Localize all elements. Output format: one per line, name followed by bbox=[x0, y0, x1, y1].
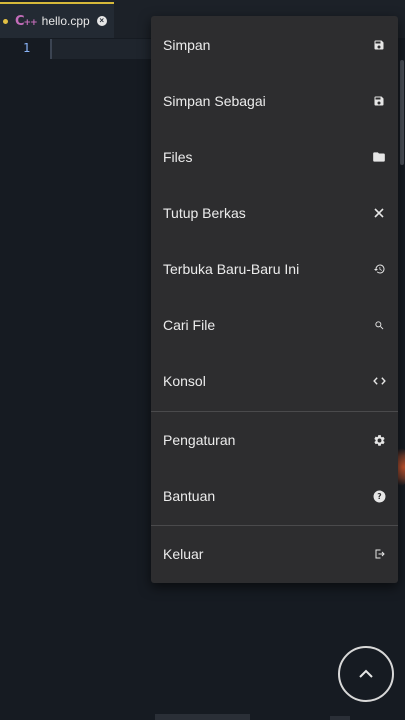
menu-item-pengaturan[interactable]: Pengaturan bbox=[151, 412, 398, 468]
unsaved-dot-icon bbox=[3, 18, 8, 24]
menu-item-label: Files bbox=[163, 149, 193, 165]
menu-item-label: Terbuka Baru-Baru Ini bbox=[163, 261, 300, 277]
tab-filename: hello.cpp bbox=[41, 14, 90, 28]
menu-item-cari-file[interactable]: Cari File bbox=[151, 297, 398, 353]
gutter-divider bbox=[50, 39, 52, 59]
chevron-up-icon bbox=[359, 669, 373, 678]
save-icon bbox=[372, 94, 386, 108]
menu-item-simpan[interactable]: Simpan bbox=[151, 17, 398, 73]
menu-item-label: Konsol bbox=[163, 373, 206, 389]
menu-item-label: Simpan bbox=[163, 37, 211, 53]
scrollbar[interactable] bbox=[400, 60, 404, 165]
current-line-highlight bbox=[52, 39, 152, 59]
cpp-icon: C++ bbox=[15, 13, 38, 29]
bottom-edge bbox=[155, 714, 250, 720]
overflow-menu: Simpan Simpan Sebagai Files Tutup Berkas… bbox=[151, 16, 398, 583]
tab-hello-cpp[interactable]: C++ hello.cpp × bbox=[0, 2, 114, 38]
menu-item-tutup-berkas[interactable]: Tutup Berkas bbox=[151, 185, 398, 241]
menu-item-files[interactable]: Files bbox=[151, 129, 398, 185]
save-icon bbox=[372, 38, 386, 52]
menu-item-bantuan[interactable]: Bantuan ? bbox=[151, 468, 398, 524]
menu-item-label: Pengaturan bbox=[163, 432, 236, 448]
menu-item-terbuka-baru[interactable]: Terbuka Baru-Baru Ini bbox=[151, 241, 398, 297]
close-icon bbox=[372, 206, 386, 220]
menu-item-konsol[interactable]: Konsol bbox=[151, 353, 398, 409]
close-tab-icon[interactable]: × bbox=[96, 16, 107, 26]
line-number: 1 bbox=[23, 41, 31, 55]
help-icon: ? bbox=[372, 489, 386, 503]
menu-item-label: Cari File bbox=[163, 317, 216, 333]
search-icon bbox=[372, 318, 386, 332]
menu-item-keluar[interactable]: Keluar bbox=[151, 526, 398, 582]
code-icon bbox=[372, 374, 386, 388]
menu-item-simpan-sebagai[interactable]: Simpan Sebagai bbox=[151, 73, 398, 129]
menu-item-label: Simpan Sebagai bbox=[163, 93, 266, 109]
menu-item-label: Keluar bbox=[163, 546, 204, 562]
bottom-edge bbox=[330, 716, 350, 720]
menu-item-label: Bantuan bbox=[163, 488, 216, 504]
menu-item-label: Tutup Berkas bbox=[163, 205, 246, 221]
svg-text:?: ? bbox=[377, 492, 381, 501]
logout-icon bbox=[372, 547, 386, 561]
folder-icon bbox=[372, 150, 386, 164]
scroll-up-button[interactable] bbox=[338, 646, 394, 702]
history-icon bbox=[372, 262, 386, 276]
gear-icon bbox=[372, 433, 386, 447]
